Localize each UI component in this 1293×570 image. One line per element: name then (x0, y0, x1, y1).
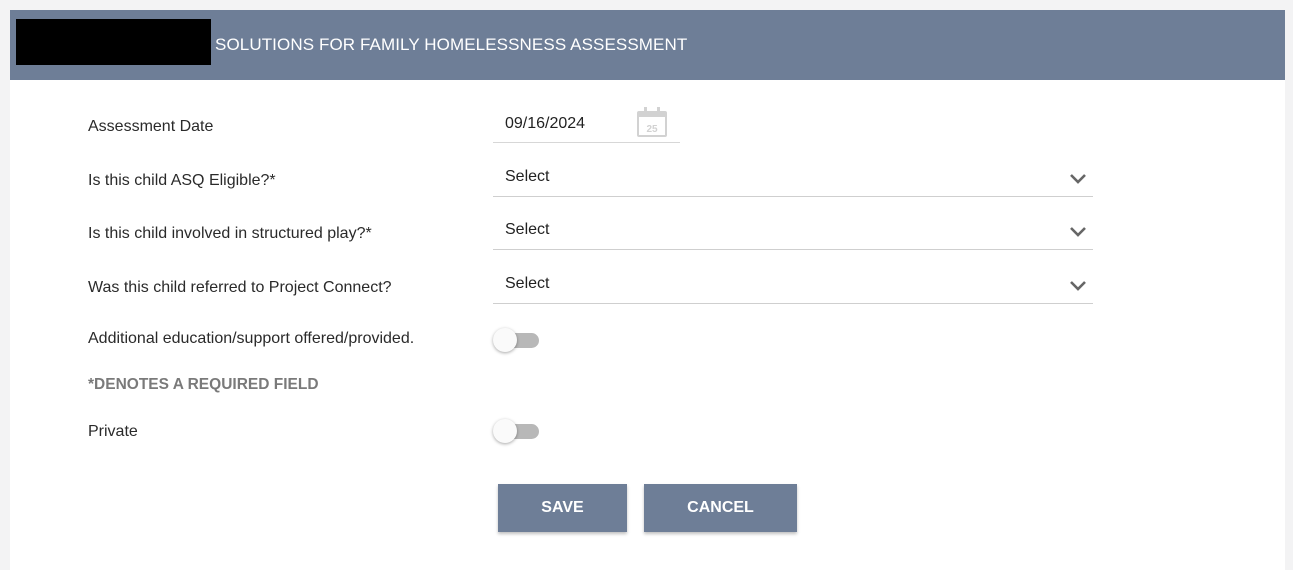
chevron-down-icon (1070, 174, 1086, 184)
private-toggle[interactable] (493, 418, 541, 444)
toggle-knob (493, 419, 517, 443)
additional-education-toggle[interactable] (493, 327, 541, 353)
save-button[interactable]: SAVE (498, 484, 627, 532)
additional-education-label: Additional education/support offered/pro… (88, 330, 415, 347)
redacted-block (16, 19, 211, 65)
chevron-down-icon (1070, 281, 1086, 291)
cancel-button[interactable]: CANCEL (644, 484, 797, 532)
assessment-panel: SOLUTIONS FOR FAMILY HOMELESSNESS ASSESS… (10, 10, 1285, 570)
private-label: Private (88, 423, 138, 440)
project-connect-select[interactable]: Select (493, 269, 1093, 304)
calendar-icon-day: 25 (646, 124, 658, 135)
assessment-date-label: Assessment Date (88, 118, 214, 135)
assessment-date-field[interactable]: 09/16/2024 25 (493, 106, 680, 143)
structured-play-select[interactable]: Select (493, 215, 1093, 250)
toggle-knob (493, 328, 517, 352)
required-field-note: *DENOTES A REQUIRED FIELD (88, 376, 319, 393)
project-connect-value: Select (505, 275, 550, 292)
asq-eligible-select[interactable]: Select (493, 162, 1093, 197)
chevron-down-icon (1070, 227, 1086, 237)
asq-eligible-value: Select (505, 168, 550, 185)
page-title: SOLUTIONS FOR FAMILY HOMELESSNESS ASSESS… (215, 35, 688, 54)
page-header: SOLUTIONS FOR FAMILY HOMELESSNESS ASSESS… (10, 10, 1285, 80)
structured-play-label: Is this child involved in structured pla… (88, 225, 372, 242)
asq-eligible-label: Is this child ASQ Eligible?* (88, 172, 276, 189)
project-connect-label: Was this child referred to Project Conne… (88, 279, 392, 296)
calendar-icon[interactable]: 25 (636, 106, 668, 138)
assessment-date-value: 09/16/2024 (505, 115, 586, 132)
structured-play-value: Select (505, 221, 550, 238)
